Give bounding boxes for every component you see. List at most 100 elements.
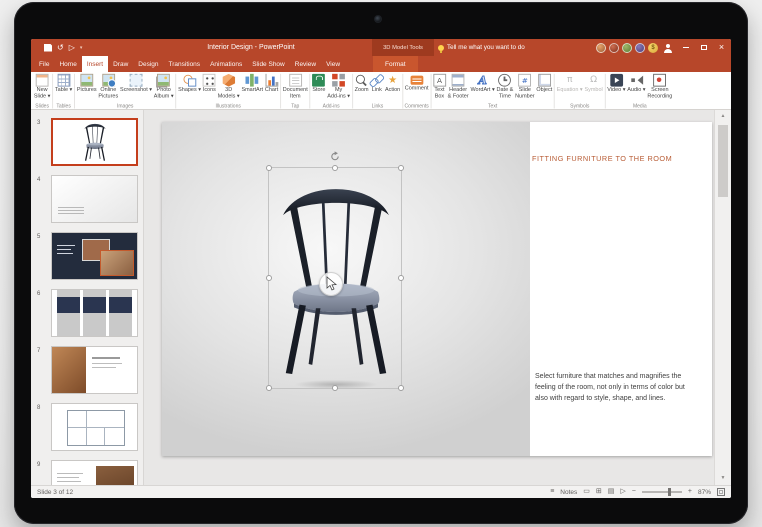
scrollbar-thumb[interactable]	[718, 125, 728, 197]
tell-me-input[interactable]: Tell me what you want to do	[438, 39, 525, 56]
undo-button[interactable]: ↺	[57, 44, 64, 52]
selection-handle[interactable]	[332, 385, 338, 391]
slide-thumbnail-6[interactable]: 6	[31, 289, 144, 339]
ribbon-group-text: Text Box Header & Footer WordArt ▾ Date …	[432, 72, 553, 110]
slideshow-icon[interactable]: ▷	[620, 486, 625, 498]
button-label: Action	[385, 88, 400, 95]
tab-review[interactable]: Review	[290, 56, 321, 72]
video-button[interactable]: Video ▾	[606, 73, 626, 95]
vertical-scrollbar[interactable]: ▲ ▼	[714, 110, 731, 485]
tab-format[interactable]: Format	[373, 56, 418, 72]
table-button[interactable]: Table ▾	[54, 73, 73, 95]
tab-home[interactable]: Home	[54, 56, 81, 72]
slide-thumbnail-4[interactable]: 4	[31, 175, 144, 225]
customize-qat-button[interactable]: ▾	[80, 45, 83, 51]
slide-body-text[interactable]: Select furniture that matches and magnif…	[535, 372, 693, 405]
close-button[interactable]: ×	[714, 39, 729, 56]
rotate-handle-icon[interactable]	[330, 151, 341, 162]
smartart-button[interactable]: SmartArt	[241, 73, 264, 95]
button-label: Chart	[265, 88, 278, 95]
tab-draw[interactable]: Draw	[108, 56, 133, 72]
avatar[interactable]	[609, 43, 619, 53]
avatar[interactable]	[596, 43, 606, 53]
slide-thumbnail-3[interactable]: 3	[31, 118, 144, 168]
reading-view-icon[interactable]: ▤	[608, 486, 615, 498]
fit-slide-to-window-icon[interactable]	[717, 488, 725, 496]
tab-animations[interactable]: Animations	[205, 56, 247, 72]
chart-button[interactable]: Chart	[264, 73, 279, 95]
online-pictures-button[interactable]: Online Pictures	[98, 73, 120, 102]
symbol-button[interactable]: Symbol	[584, 73, 604, 95]
tab-transitions[interactable]: Transitions	[164, 56, 206, 72]
slide-title-text[interactable]: FITTING FURNITURE TO THE ROOM	[532, 154, 708, 163]
start-from-beginning-button[interactable]: ▷	[69, 44, 75, 52]
slide-thumbnail-5[interactable]: 5	[31, 232, 144, 282]
button-label: Audio ▾	[627, 88, 645, 95]
date-time-button[interactable]: Date & Time	[496, 73, 515, 102]
share-icon[interactable]	[663, 43, 673, 53]
tab-design[interactable]: Design	[133, 56, 163, 72]
selection-handle[interactable]	[398, 275, 404, 281]
action-button[interactable]: Action	[384, 73, 401, 95]
slide-thumbnail-9[interactable]: 9	[31, 460, 144, 485]
tab-view[interactable]: View	[321, 56, 345, 72]
slide-image-region[interactable]	[162, 122, 530, 456]
save-button[interactable]	[44, 44, 52, 52]
pictures-button[interactable]: Pictures	[76, 73, 98, 95]
notes-button[interactable]: Notes	[560, 489, 577, 496]
zoom-level[interactable]: 87%	[698, 489, 711, 496]
screenshot-button[interactable]: Screenshot ▾	[119, 73, 153, 95]
my-add-ins-button[interactable]: My Add-ins ▾	[326, 73, 351, 102]
selection-handle[interactable]	[398, 385, 404, 391]
tab-slide-show[interactable]: Slide Show	[247, 56, 290, 72]
tab-file[interactable]: File	[34, 56, 54, 72]
normal-view-icon[interactable]: ▭	[583, 486, 590, 498]
comment-button[interactable]: Comment	[404, 73, 430, 93]
selection-handle[interactable]	[266, 165, 272, 171]
slide-number-button[interactable]: Slide Number	[514, 73, 535, 102]
selection-handle[interactable]	[266, 385, 272, 391]
document-item-button[interactable]: Document Item	[282, 73, 309, 102]
audio-button[interactable]: Audio ▾	[626, 73, 646, 95]
link-button[interactable]: Link	[370, 73, 385, 95]
shapes-button[interactable]: Shapes ▾	[177, 73, 202, 95]
statusbar-right-cluster: ≡ Notes ▭ ⊞ ▤ ▷ − + 87%	[550, 486, 725, 498]
ribbon-tab-row: File Home Insert Draw Design Transitions…	[31, 56, 731, 72]
slide-indicator: Slide 3 of 12	[37, 489, 73, 496]
zoom-slider-thumb[interactable]	[668, 488, 671, 496]
slide-sorter-icon[interactable]: ⊞	[596, 486, 602, 498]
object-button[interactable]: Object	[535, 73, 553, 95]
selection-handle[interactable]	[332, 165, 338, 171]
text-box-button[interactable]: Text Box	[432, 73, 447, 102]
scroll-down-icon[interactable]: ▼	[715, 472, 731, 485]
screen-recording-button[interactable]: Screen Recording	[646, 73, 673, 102]
equation-button[interactable]: Equation ▾	[556, 73, 584, 95]
selection-handle[interactable]	[398, 165, 404, 171]
zoom-out-icon[interactable]: −	[632, 486, 636, 498]
avatar[interactable]	[635, 43, 645, 53]
3d-models-button[interactable]: 3D Models ▾	[217, 73, 241, 102]
icons-button[interactable]: Icons	[202, 73, 217, 95]
shapes-icon	[183, 74, 196, 87]
slide-thumbnail-7[interactable]: 7	[31, 346, 144, 396]
avatar[interactable]	[622, 43, 632, 53]
zoom-in-icon[interactable]: +	[688, 486, 692, 498]
photo-album-button[interactable]: Photo Album ▾	[153, 73, 175, 102]
notes-icon[interactable]: ≡	[550, 486, 554, 498]
button-label: Text Box	[434, 88, 444, 101]
zoom-button[interactable]: Zoom	[354, 73, 370, 95]
header-footer-button[interactable]: Header & Footer	[447, 73, 470, 102]
store-button[interactable]: Store	[311, 73, 326, 95]
scroll-up-icon[interactable]: ▲	[715, 110, 731, 123]
slide-thumbnail-8[interactable]: 8	[31, 403, 144, 453]
dollar-badge-icon[interactable]: $	[648, 43, 658, 53]
selection-handle[interactable]	[266, 275, 272, 281]
new-slide-button[interactable]: New Slide ▾	[33, 73, 51, 102]
restore-button[interactable]	[696, 39, 711, 56]
tab-insert[interactable]: Insert	[82, 56, 108, 72]
minimize-button[interactable]	[678, 39, 693, 56]
zoom-slider[interactable]	[642, 491, 682, 493]
3d-models-icon	[222, 74, 235, 87]
object-icon	[538, 74, 551, 87]
wordart-button[interactable]: WordArt ▾	[470, 73, 496, 95]
